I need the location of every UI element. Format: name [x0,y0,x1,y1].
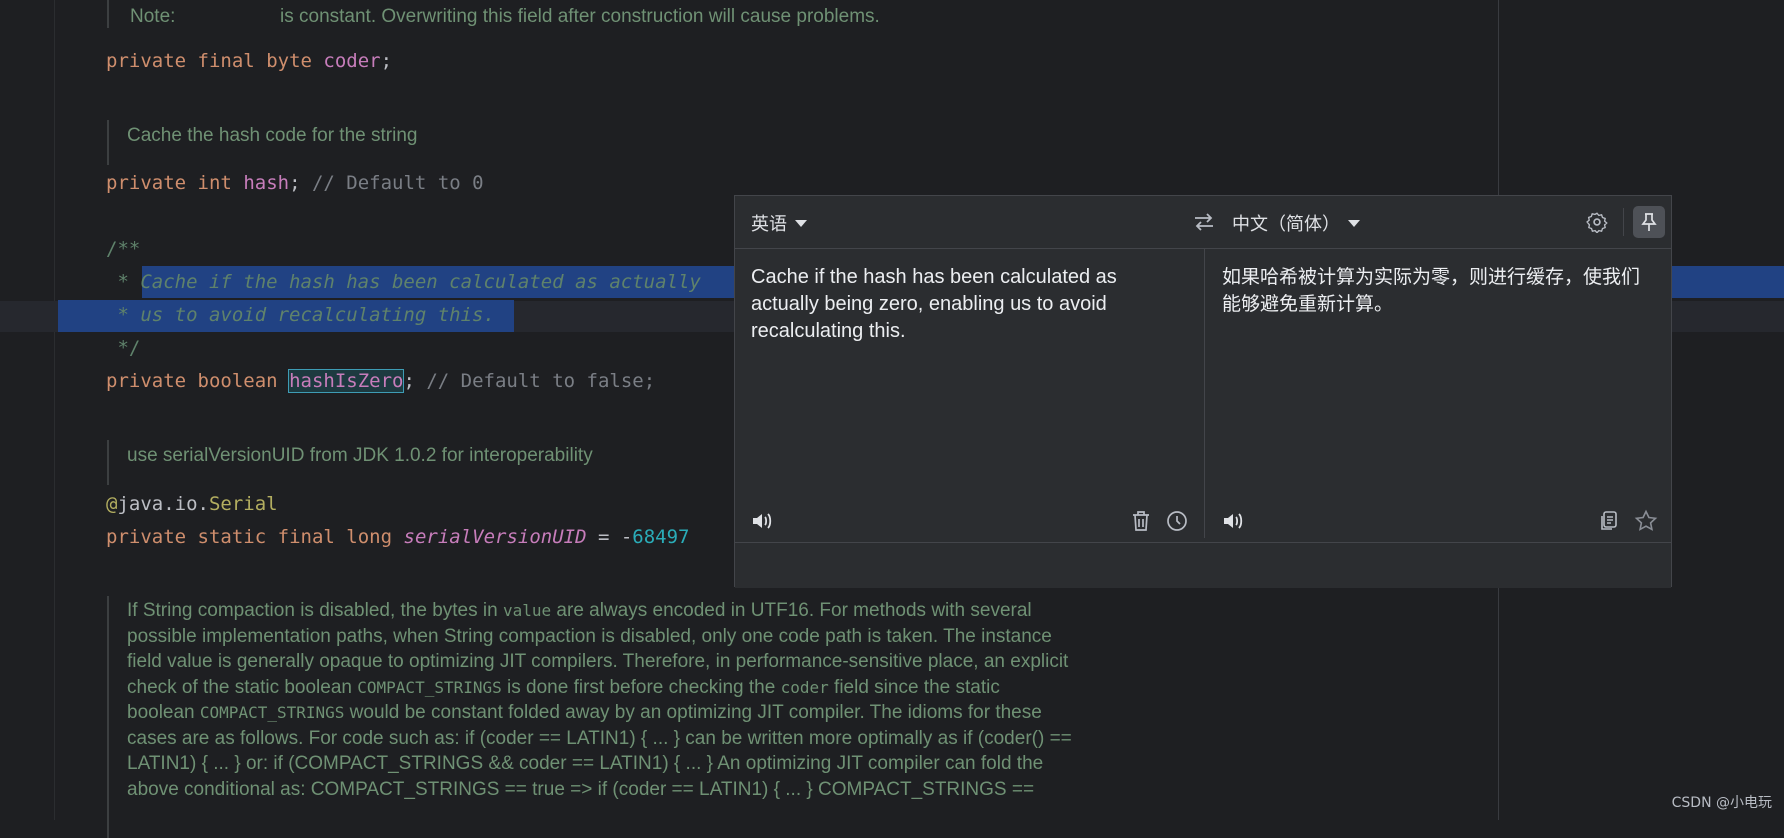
code-line-serial: private static final long serialVersionU… [106,526,690,548]
swap-languages-icon[interactable] [1191,210,1217,234]
pin-icon [1641,213,1657,231]
code-line-annotation: @java.io.Serial [106,493,278,515]
code-line-hashiszero: private boolean hashIsZero; // Default t… [106,369,656,393]
target-language-select[interactable]: 中文（简体） [1232,210,1360,236]
popup-footer [735,542,1671,588]
trash-icon[interactable] [1129,509,1153,533]
rendered-doc-hash: Cache the hash code for the string [107,120,417,165]
doc-note-label: Note: [130,6,176,27]
gutter-divider [54,0,55,820]
pin-button[interactable] [1633,206,1665,238]
javadoc-open: /** [106,238,141,260]
copy-icon[interactable] [1597,509,1621,533]
rendered-doc-serial: use serialVersionUID from JDK 1.0.2 for … [107,440,593,485]
doc-block-border [107,0,109,28]
popup-header: 英语 中文（简体） [735,196,1671,249]
gear-icon[interactable] [1585,210,1609,234]
history-icon[interactable] [1165,509,1189,533]
source-language-select[interactable]: 英语 [751,210,807,236]
target-language-label: 中文（简体） [1232,214,1340,235]
identifier-hashiszero[interactable]: hashIsZero [288,369,405,393]
javadoc-close: */ [106,337,141,359]
javadoc-line-2: * us to avoid recalculating this. [106,304,495,326]
code-line-coder: private final byte coder; [106,50,393,72]
rendered-doc-compact-strings: If String compaction is disabled, the by… [107,596,1072,838]
chevron-down-icon [795,219,807,227]
translation-popup[interactable]: 英语 中文（简体） Cache if the hash has been cal… [734,195,1672,588]
speaker-icon[interactable] [1220,508,1246,534]
source-language-label: 英语 [751,214,787,235]
star-icon[interactable] [1633,508,1659,534]
javadoc-line-1: * Cache if the hash has been calculated … [106,271,701,293]
code-line-hash: private int hash; // Default to 0 [106,172,484,194]
chevron-down-icon [1348,219,1360,227]
doc-note-text: is constant. Overwriting this field afte… [280,6,880,27]
watermark: CSDN @小电玩 [1671,795,1772,811]
translated-text: 如果哈希被计算为实际为零，则进行缓存，使我们能够避免重新计算。 [1222,266,1641,315]
header-separator [1623,208,1624,236]
source-text-input[interactable]: Cache if the hash has been calculated as… [751,264,1181,345]
speaker-icon[interactable] [749,508,775,534]
pane-divider [1204,248,1205,538]
